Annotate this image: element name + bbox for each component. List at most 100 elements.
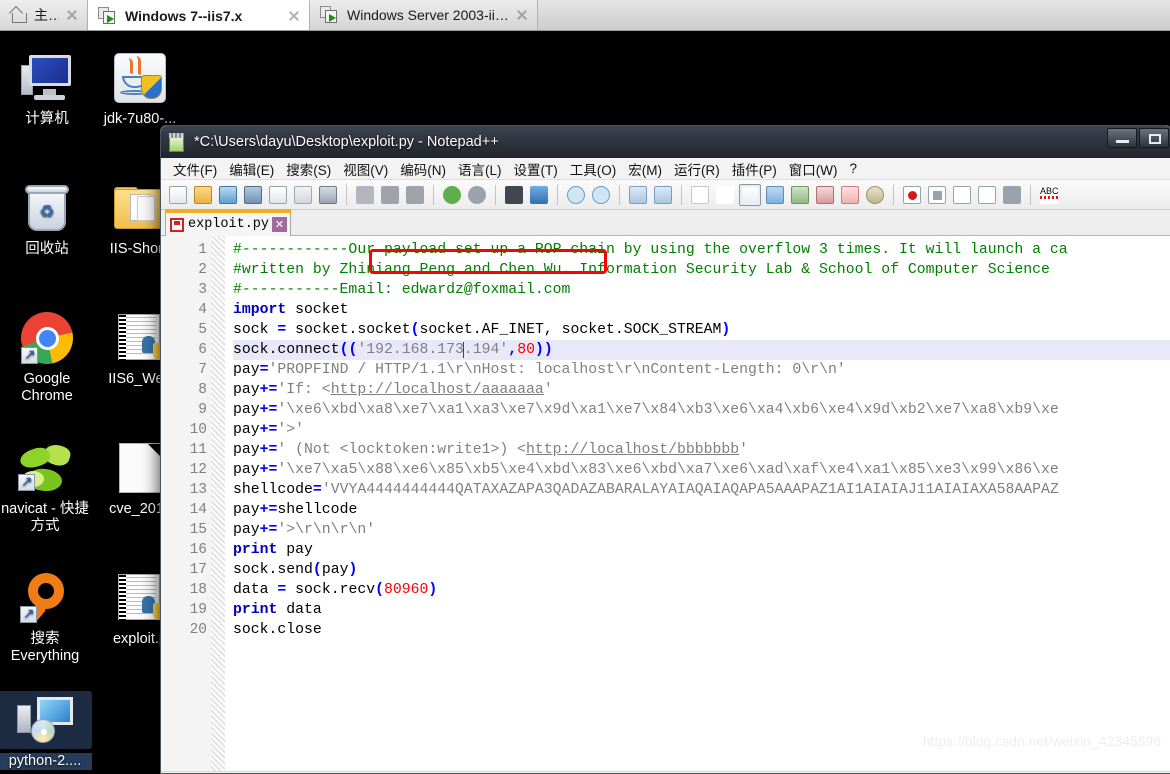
code-operator: = bbox=[259, 362, 269, 378]
copy-icon[interactable] bbox=[379, 184, 401, 206]
run-macro-multiple-icon[interactable] bbox=[976, 184, 998, 206]
menu-item-file[interactable]: 文件(F) bbox=[167, 159, 223, 179]
menu-item-run[interactable]: 运行(R) bbox=[668, 159, 726, 179]
desktop-icon-jdk[interactable]: jdk-7u80-... bbox=[93, 49, 187, 128]
find-icon[interactable] bbox=[503, 184, 525, 206]
stop-macro-icon[interactable] bbox=[926, 184, 948, 206]
notepadpp-title-bar[interactable]: *C:\Users\dayu\Desktop\exploit.py - Note… bbox=[161, 126, 1170, 158]
code-operator: += bbox=[259, 442, 278, 458]
shortcut-arrow-icon bbox=[18, 473, 35, 491]
code-token: pay bbox=[233, 462, 260, 478]
code-line: pay+=' (Not <locktoken:write1>) <http://… bbox=[233, 440, 1170, 460]
save-icon[interactable] bbox=[217, 184, 239, 206]
menu-item-help[interactable]: ? bbox=[843, 161, 863, 176]
zoom-out-icon[interactable] bbox=[590, 184, 612, 206]
cut-icon[interactable] bbox=[354, 184, 376, 206]
spellcheck-icon[interactable]: ABC bbox=[1038, 184, 1060, 206]
watermark-text: https://blog.csdn.net/weixin_42345596 bbox=[922, 733, 1161, 749]
doc-map-icon[interactable] bbox=[789, 184, 811, 206]
code-token: pay bbox=[233, 442, 260, 458]
desktop-icon-label: Google Chrome bbox=[21, 371, 73, 404]
folder-as-workspace-icon[interactable] bbox=[839, 184, 861, 206]
window-title: *C:\Users\dayu\Desktop\exploit.py - Note… bbox=[194, 134, 499, 150]
menu-item-plugins[interactable]: 插件(P) bbox=[726, 159, 783, 179]
desktop-icon-everything[interactable]: 搜索 Everything bbox=[0, 569, 92, 665]
close-icon[interactable]: ✕ bbox=[272, 217, 288, 232]
print-icon[interactable] bbox=[317, 184, 339, 206]
close-icon[interactable] bbox=[63, 6, 81, 24]
show-all-chars-icon[interactable] bbox=[714, 184, 736, 206]
code-url[interactable]: http://localhost/bbbbbbb bbox=[526, 442, 739, 458]
desktop-icon-python-installer[interactable]: python-2.... bbox=[0, 691, 92, 770]
word-wrap-icon[interactable] bbox=[689, 184, 711, 206]
desktop-icon-recycle-bin[interactable]: ♻ 回收站 bbox=[0, 179, 94, 258]
close-icon[interactable] bbox=[285, 7, 303, 25]
line-number: 15 bbox=[189, 522, 207, 538]
replace-icon[interactable] bbox=[528, 184, 550, 206]
code-paren: ) bbox=[348, 562, 358, 578]
close-all-icon[interactable] bbox=[292, 184, 314, 206]
paste-icon[interactable] bbox=[404, 184, 426, 206]
undo-icon[interactable] bbox=[441, 184, 463, 206]
save-all-icon[interactable] bbox=[242, 184, 264, 206]
fold-margin[interactable] bbox=[211, 236, 225, 771]
menu-item-encoding[interactable]: 编码(N) bbox=[394, 159, 452, 179]
unsaved-file-icon bbox=[170, 217, 184, 232]
indent-guide-icon[interactable] bbox=[739, 183, 761, 206]
menu-item-macro[interactable]: 宏(M) bbox=[622, 159, 668, 179]
close-file-icon[interactable] bbox=[267, 184, 289, 206]
recycle-bin-icon: ♻ bbox=[0, 179, 94, 237]
menu-item-tools[interactable]: 工具(O) bbox=[564, 159, 623, 179]
code-operator: += bbox=[259, 422, 278, 438]
code-line: pay='PROPFIND / HTTP/1.1\r\nHost: localh… bbox=[233, 360, 1170, 380]
browser-tab-server2003[interactable]: Windows Server 2003-iis6.x bbox=[310, 0, 538, 30]
zoom-in-icon[interactable] bbox=[565, 184, 587, 206]
desktop-icon-computer[interactable]: 计算机 bbox=[0, 49, 94, 128]
monitoring-icon[interactable] bbox=[864, 184, 886, 206]
code-token: pay bbox=[233, 402, 260, 418]
sync-horizontal-icon[interactable] bbox=[652, 184, 674, 206]
desktop-icon-label: navicat - 快捷方式 bbox=[1, 501, 89, 534]
browser-tab-windows7[interactable]: Windows 7--iis7.x bbox=[88, 0, 310, 30]
menu-item-settings[interactable]: 设置(T) bbox=[508, 159, 564, 179]
save-macro-icon[interactable] bbox=[1001, 184, 1023, 206]
new-file-icon[interactable] bbox=[167, 184, 189, 206]
record-macro-icon[interactable] bbox=[901, 184, 923, 206]
line-number-gutter: 1 2 3 4 5 6 7 8 9 10 11 12 13 14 15 16 1… bbox=[161, 236, 211, 771]
code-line: pay+='>' bbox=[233, 420, 1170, 440]
redo-icon[interactable] bbox=[466, 184, 488, 206]
playback-macro-icon[interactable] bbox=[951, 184, 973, 206]
minimize-button[interactable] bbox=[1107, 128, 1137, 148]
desktop-icon-google-chrome[interactable]: Google Chrome bbox=[0, 309, 94, 405]
menu-item-language[interactable]: 语言(L) bbox=[452, 159, 508, 179]
sync-vertical-icon[interactable] bbox=[627, 184, 649, 206]
udl-dialog-icon[interactable] bbox=[764, 184, 786, 206]
editor-tab-exploit-py[interactable]: exploit.py ✕ bbox=[165, 209, 292, 236]
code-string-ip-rest: .194' bbox=[463, 342, 509, 358]
code-url[interactable]: http://localhost/aaaaaaa bbox=[331, 382, 544, 398]
vm-icon bbox=[98, 7, 118, 25]
menu-item-search[interactable]: 搜索(S) bbox=[280, 159, 337, 179]
open-file-icon[interactable] bbox=[192, 184, 214, 206]
code-operator: += bbox=[259, 502, 278, 518]
maximize-button[interactable] bbox=[1139, 128, 1169, 148]
menu-item-view[interactable]: 视图(V) bbox=[337, 159, 394, 179]
menu-item-edit[interactable]: 编辑(E) bbox=[223, 159, 280, 179]
line-number: 14 bbox=[189, 502, 207, 518]
code-paren: )) bbox=[534, 342, 553, 358]
close-icon[interactable] bbox=[513, 6, 531, 24]
browser-tab-label: Windows Server 2003-iis6.x bbox=[347, 6, 509, 23]
editor-area[interactable]: 1 2 3 4 5 6 7 8 9 10 11 12 13 14 15 16 1… bbox=[161, 236, 1170, 771]
menu-item-window[interactable]: 窗口(W) bbox=[783, 159, 844, 179]
browser-tab-home[interactable]: 主页 bbox=[0, 0, 88, 30]
code-string-end: ' bbox=[739, 442, 749, 458]
code-comment: #-----------Email: edwardz@foxmail.com bbox=[233, 282, 571, 298]
toolbar-separator bbox=[495, 184, 496, 205]
code-paren: ( bbox=[375, 582, 384, 598]
code-keyword-print: print bbox=[233, 542, 278, 558]
code-keyword-import: import bbox=[233, 302, 287, 318]
function-list-icon[interactable] bbox=[814, 184, 836, 206]
desktop-icon-navicat[interactable]: navicat - 快捷方式 bbox=[0, 439, 92, 535]
line-number: 6 bbox=[198, 342, 207, 358]
code-text[interactable]: #------------Our payload set up a ROP ch… bbox=[225, 236, 1170, 771]
